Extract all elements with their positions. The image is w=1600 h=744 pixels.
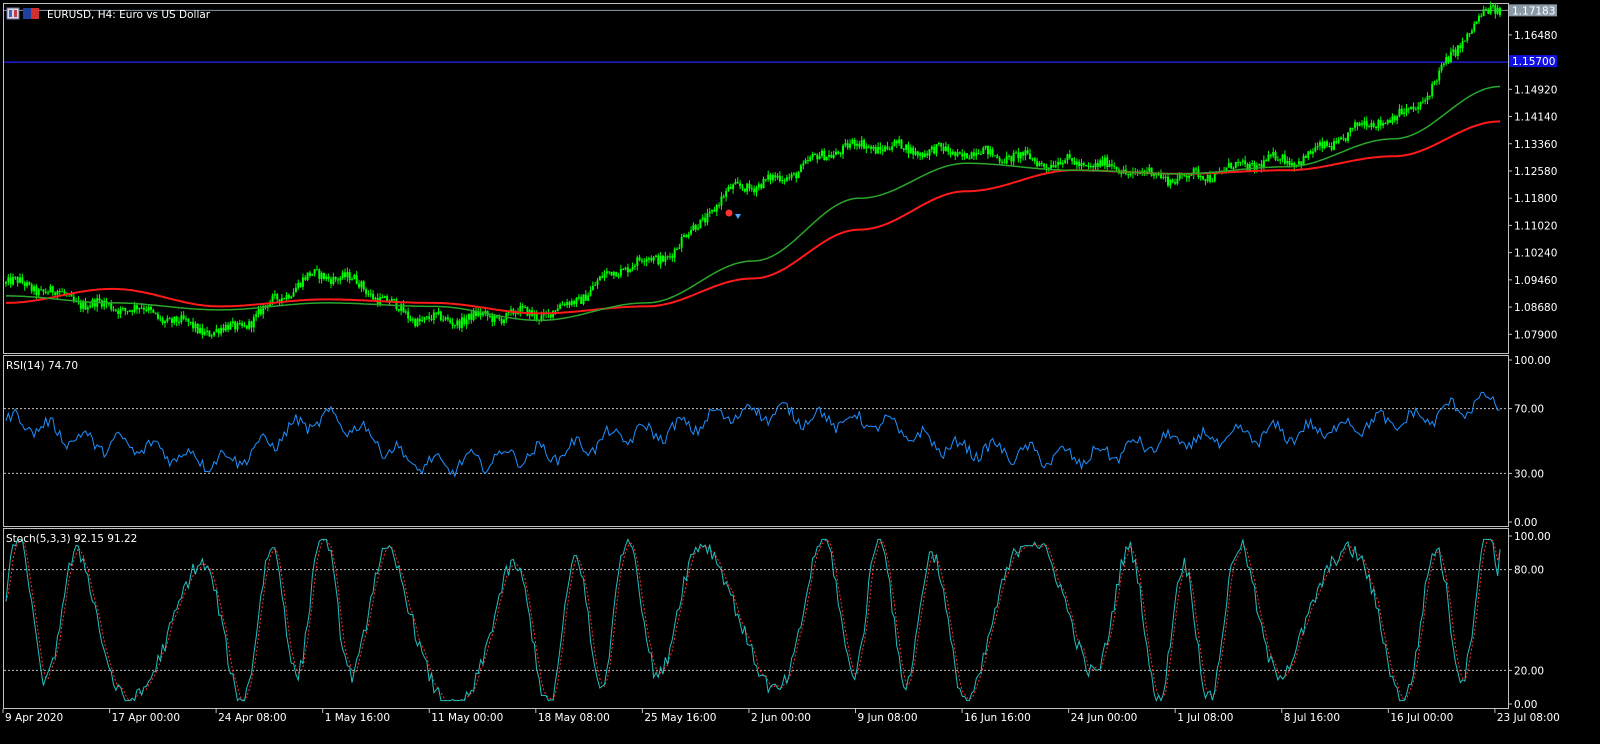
candle xyxy=(970,151,973,159)
price-tick-label: 1.10240 xyxy=(1514,248,1557,260)
window-icon[interactable] xyxy=(6,7,20,20)
price-tick-label: 1.12580 xyxy=(1514,166,1557,178)
price-tick-label: 1.09460 xyxy=(1514,275,1557,287)
candle xyxy=(1150,167,1153,177)
candle xyxy=(1323,140,1326,150)
candle xyxy=(610,271,613,276)
current-price-label: 1.17183 xyxy=(1512,5,1555,17)
candle xyxy=(1230,162,1233,170)
candle xyxy=(208,330,211,337)
tick-label: 20.00 xyxy=(1514,665,1544,677)
candle xyxy=(196,323,199,335)
price-tick-label: 1.08680 xyxy=(1514,302,1557,314)
tick-label: 0.00 xyxy=(1514,699,1537,711)
stoch-title: Stoch(5,3,3) 92.15 91.22 xyxy=(6,533,137,545)
candle xyxy=(1410,106,1413,110)
hline-price-tag: 1.15700 xyxy=(1509,55,1557,68)
candle xyxy=(395,297,398,311)
price-tick-label: 1.16480 xyxy=(1514,30,1557,42)
tick-label: 100.00 xyxy=(1514,355,1551,367)
price-tick-label: 1.11800 xyxy=(1514,193,1557,205)
candle xyxy=(598,275,601,281)
candle xyxy=(416,317,419,328)
price-tick-label: 1.13360 xyxy=(1514,139,1557,151)
time-tick-label: 24 Jun 00:00 xyxy=(1071,712,1138,724)
price-tick-label: 1.11020 xyxy=(1514,220,1557,232)
candle xyxy=(965,152,968,159)
current-price-tag: 1.17183 xyxy=(1509,4,1557,17)
time-tick-label: 16 Jun 16:00 xyxy=(964,712,1031,724)
candle xyxy=(629,268,632,273)
candle xyxy=(439,310,442,322)
chart-title: EURUSD, H4: Euro vs US Dollar xyxy=(47,9,211,21)
price-tick-label: 1.07900 xyxy=(1514,329,1557,341)
time-tick-label: 17 Apr 00:00 xyxy=(112,712,180,724)
time-tick-label: 25 May 16:00 xyxy=(644,712,716,724)
time-tick-label: 9 Jun 08:00 xyxy=(858,712,918,724)
tick-label: 0.00 xyxy=(1514,517,1537,529)
time-tick-label: 11 May 00:00 xyxy=(431,712,503,724)
hline-price-label: 1.15700 xyxy=(1512,56,1555,68)
time-tick-label: 9 Apr 2020 xyxy=(5,712,63,724)
time-tick-label: 24 Apr 08:00 xyxy=(218,712,286,724)
candle xyxy=(699,219,702,229)
time-tick-label: 1 May 16:00 xyxy=(325,712,390,724)
time-tick-label: 1 Jul 08:00 xyxy=(1177,712,1233,724)
time-tick-label: 2 Jun 00:00 xyxy=(751,712,811,724)
tick-label: 80.00 xyxy=(1514,565,1544,577)
tick-label: 30.00 xyxy=(1514,468,1544,480)
tick-label: 70.00 xyxy=(1514,404,1544,416)
candle xyxy=(900,139,903,149)
time-tick-label: 23 Jul 08:00 xyxy=(1497,712,1560,724)
price-tick-label: 1.14920 xyxy=(1514,84,1557,96)
price-tick-label: 1.14140 xyxy=(1514,112,1557,124)
candle xyxy=(526,306,529,317)
candle xyxy=(615,271,618,277)
trading-chart[interactable]: 1.16480 1.14920 1.14140 1.13360 1.12580 1.118… xyxy=(0,0,1600,744)
time-tick-label: 18 May 08:00 xyxy=(538,712,610,724)
time-axis: 9 Apr 2020 17 Apr 00:00 24 Apr 08:00 1 May … xyxy=(2,709,1560,724)
tick-label: 100.00 xyxy=(1514,531,1551,543)
chart-background xyxy=(0,0,1600,744)
candle xyxy=(1234,161,1237,169)
candle xyxy=(582,294,585,306)
time-tick-label: 16 Jul 00:00 xyxy=(1390,712,1453,724)
time-tick-label: 8 Jul 16:00 xyxy=(1284,712,1340,724)
candle xyxy=(993,155,996,157)
candle xyxy=(661,254,664,263)
rsi-title: RSI(14) 74.70 xyxy=(6,360,78,372)
flag-icon xyxy=(23,8,39,19)
